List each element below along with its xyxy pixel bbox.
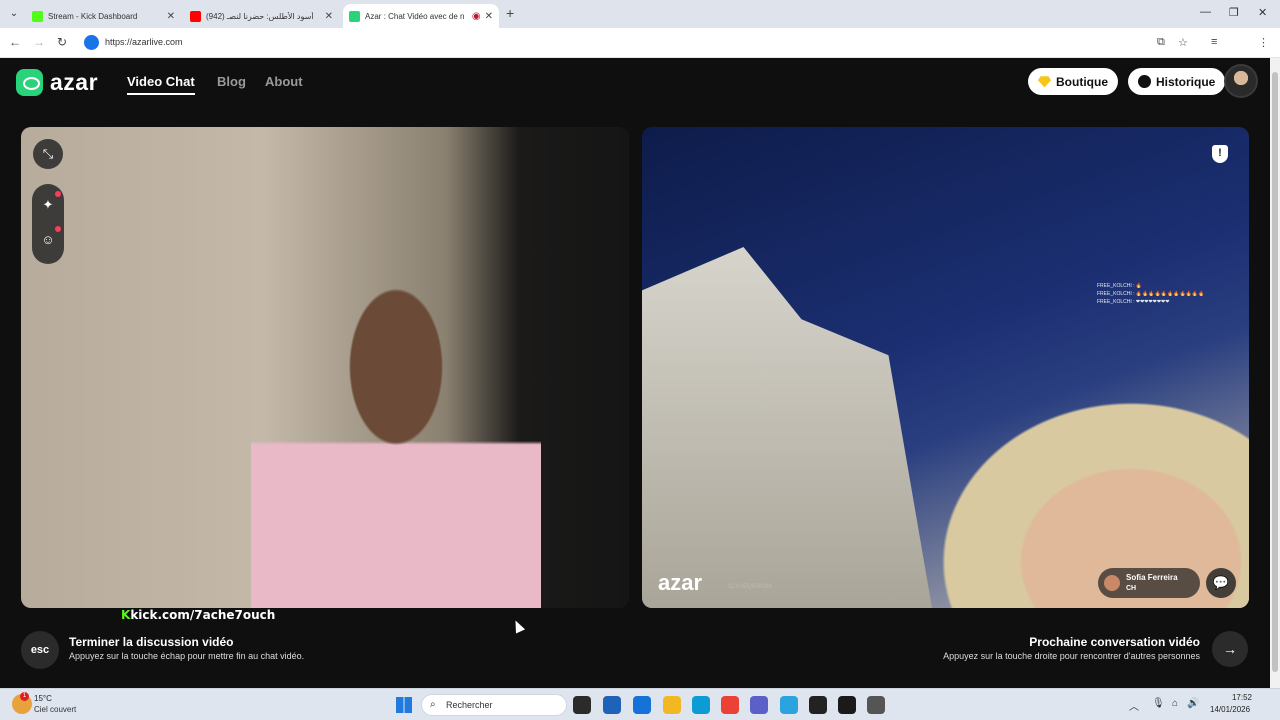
close-icon[interactable]: ✕: [325, 11, 333, 22]
notification-dot: [55, 191, 61, 197]
close-window-icon[interactable]: ✕: [1258, 6, 1267, 19]
local-person-image: [251, 237, 541, 608]
historique-button[interactable]: Historique: [1128, 68, 1226, 95]
effects-toolbar: ✦ ☺: [32, 184, 64, 264]
network-icon[interactable]: ⌂: [1172, 698, 1178, 709]
profile-avatar[interactable]: [1224, 64, 1258, 98]
browser-tab-bar: ⌄ Stream - Kick Dashboard ✕ (942) أسود ا…: [0, 0, 1280, 28]
chat-bubble-icon[interactable]: 💬: [1206, 568, 1236, 598]
kick-icon: [32, 10, 43, 22]
clock-date[interactable]: 14/01/2026: [1210, 705, 1250, 714]
tab-youtube[interactable]: (942) أسود الأطلس: حضرنا لنصـ ✕: [184, 4, 339, 28]
temperature: 15°C: [34, 694, 52, 703]
collapse-icon[interactable]: ⤡: [33, 139, 63, 169]
report-shield-icon[interactable]: !: [1212, 145, 1228, 163]
end-chat-hint: Appuyez sur la touche échap pour mettre …: [69, 651, 305, 661]
telegram-icon[interactable]: [780, 696, 798, 714]
close-icon[interactable]: ✕: [167, 11, 175, 22]
cast-icon[interactable]: ⧉: [1157, 36, 1165, 49]
partner-country: CH: [1126, 585, 1137, 592]
end-chat-title: Terminer la discussion vidéo: [69, 635, 234, 649]
back-icon[interactable]: ←: [9, 35, 21, 49]
menu-dots-icon[interactable]: ⋮: [1258, 36, 1269, 49]
partner-info[interactable]: Sofia Ferreira CH: [1098, 568, 1200, 598]
maximize-icon[interactable]: ❐: [1229, 6, 1239, 19]
gem-icon: [1038, 76, 1051, 88]
clock-time[interactable]: 17:52: [1228, 693, 1252, 702]
teams-icon[interactable]: [750, 696, 768, 714]
azar-logo[interactable]: azar: [16, 69, 98, 96]
obs-icon[interactable]: [809, 696, 827, 714]
forward-icon[interactable]: →: [33, 35, 45, 49]
task-view-icon[interactable]: [573, 696, 591, 714]
taskbar-search[interactable]: ⌕ Rechercher: [421, 694, 567, 716]
windows-start-icon[interactable]: [396, 697, 412, 713]
tab-azar[interactable]: Azar : Chat Vidéo avec de n ◉ ✕: [343, 4, 499, 28]
partner-name: Sofia Ferreira: [1126, 573, 1178, 582]
magic-wand-icon[interactable]: ✦: [32, 197, 64, 213]
show-hidden-icons[interactable]: ︿: [1129, 698, 1139, 713]
bookmark-star-icon[interactable]: ☆: [1178, 36, 1188, 49]
azar-icon: [349, 10, 360, 22]
clock-icon: [1138, 75, 1151, 88]
remote-person-image: [912, 377, 1249, 608]
recording-icon: ◉: [471, 10, 481, 22]
nav-video-chat[interactable]: Video Chat: [127, 74, 195, 95]
youtube-icon: [190, 10, 201, 22]
windows-taskbar: 1 15°C Ciel couvert ⌕ Rechercher ︿ 🎙 ⌂ 🔊…: [0, 688, 1280, 720]
reload-icon[interactable]: ↻: [57, 35, 67, 49]
address-bar: ← → ↻ https://azarlive.com ⧉ ☆ ≡ ⋮: [0, 28, 1280, 58]
url-field[interactable]: https://azarlive.com: [105, 37, 183, 47]
azar-page: azar Video Chat Blog About Boutique Hist…: [0, 58, 1270, 688]
store-icon[interactable]: [603, 696, 621, 714]
search-icon: ⌕: [430, 699, 436, 710]
weather-condition: Ciel couvert: [34, 705, 77, 714]
microphone-icon[interactable]: 🎙: [1152, 698, 1165, 709]
new-tab-icon[interactable]: +: [506, 5, 514, 21]
scrollbar-thumb[interactable]: [1272, 72, 1278, 672]
watermark-id: ID:V+EQGRGIH: [728, 584, 772, 590]
settings-gear-icon[interactable]: [867, 696, 885, 714]
next-chat-hint: Appuyez sur la touche droite pour rencon…: [943, 651, 1200, 661]
boutique-button[interactable]: Boutique: [1028, 68, 1118, 95]
local-video: ⤡ ✦ ☺: [21, 127, 629, 608]
outlook-icon[interactable]: [633, 696, 651, 714]
volume-icon[interactable]: 🔊: [1187, 698, 1199, 709]
tab-search-icon[interactable]: ⌄: [6, 6, 22, 22]
tab-search-icon[interactable]: ≡: [1211, 36, 1217, 48]
azar-watermark: azar: [658, 570, 703, 595]
close-icon[interactable]: ✕: [485, 11, 493, 22]
edge-icon[interactable]: [692, 696, 710, 714]
next-chat-title: Prochaine conversation vidéo: [1029, 635, 1200, 649]
site-info-icon[interactable]: [84, 35, 99, 50]
end-chat-button[interactable]: esc: [21, 631, 59, 669]
mouse-cursor: [510, 618, 526, 634]
nav-blog[interactable]: Blog: [217, 74, 246, 89]
tab-kick-dashboard[interactable]: Stream - Kick Dashboard ✕: [26, 4, 181, 28]
page-scrollbar[interactable]: [1270, 58, 1280, 688]
streaming-app-icon[interactable]: [838, 696, 856, 714]
stream-chat-overlay: FREE_KOLCHI : 🔥 FREE_KOLCHI : 🔥🔥🔥🔥🔥🔥🔥🔥🔥🔥…: [1097, 283, 1205, 305]
file-explorer-icon[interactable]: [663, 696, 681, 714]
building-image: [642, 247, 932, 608]
partner-avatar: [1104, 575, 1120, 591]
azar-logo-icon: [16, 69, 43, 96]
minimize-icon[interactable]: —: [1200, 6, 1211, 18]
notification-dot: [55, 226, 61, 232]
sticker-face-icon[interactable]: ☺: [32, 232, 64, 247]
next-chat-button[interactable]: →: [1212, 631, 1248, 667]
nav-about[interactable]: About: [265, 74, 303, 89]
remote-video: ! FREE_KOLCHI : 🔥 FREE_KOLCHI : 🔥🔥🔥🔥🔥🔥🔥🔥…: [642, 127, 1249, 608]
weather-badge: 1: [20, 692, 29, 701]
kick-overlay: Kkick.com/7ache7ouch: [121, 608, 276, 622]
chrome-icon[interactable]: [721, 696, 739, 714]
